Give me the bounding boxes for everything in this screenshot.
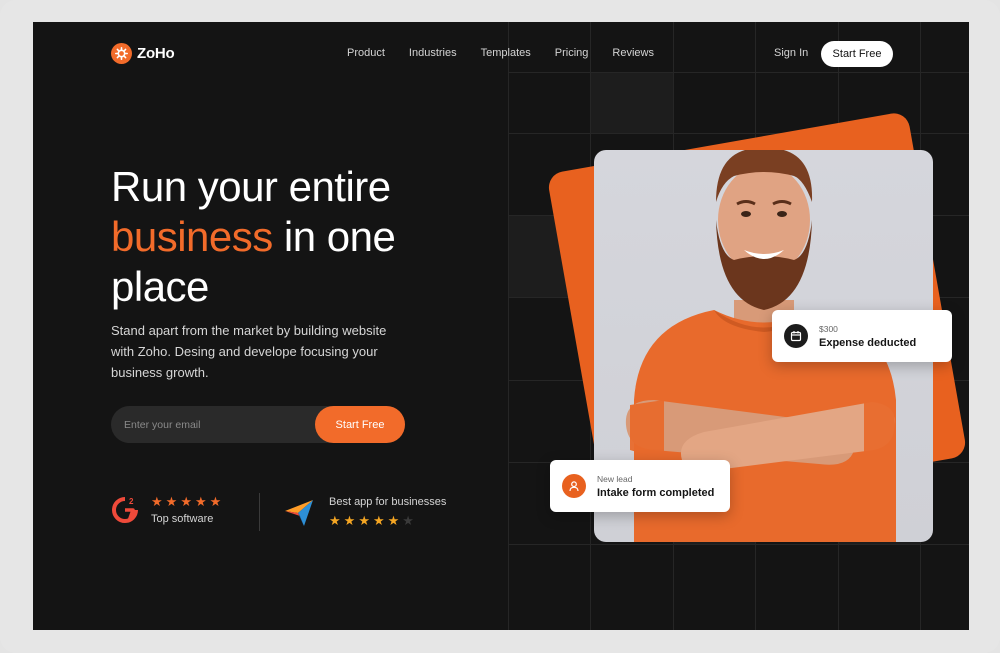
hero-headline: Run your entire business in one place: [111, 162, 491, 312]
star-icon: ★: [165, 494, 178, 509]
star-icon: ★: [343, 513, 356, 528]
star-icon: ★: [209, 494, 222, 509]
nav-item-templates[interactable]: Templates: [481, 47, 531, 59]
expense-amount: $300: [819, 323, 838, 334]
nav-item-industries[interactable]: Industries: [409, 47, 457, 59]
calendar-icon: [784, 324, 808, 348]
lead-notification: New lead Intake form completed: [550, 460, 730, 512]
capterra-label: Best app for businesses: [329, 496, 447, 508]
headline-line2: in one: [272, 213, 396, 260]
main-nav: Product Industries Templates Pricing Rev…: [347, 47, 654, 59]
headline-line1: Run your entire: [111, 163, 391, 210]
svg-text:2: 2: [129, 497, 134, 506]
g2-icon: 2: [112, 497, 138, 523]
capterra-stars: ★ ★ ★ ★ ★ ★: [329, 514, 446, 527]
expense-notification: $300 Expense deducted: [772, 310, 952, 362]
star-icon: ★: [194, 494, 207, 509]
capterra-icon: [285, 500, 313, 526]
start-free-button[interactable]: Start Free: [821, 41, 893, 67]
lead-caption: New lead: [597, 473, 633, 484]
star-icon: ★: [402, 513, 414, 528]
star-icon: ★: [151, 494, 163, 509]
window-frame: ZoHo Product Industries Templates Pricin…: [0, 0, 1000, 653]
email-signup: Start Free: [111, 406, 405, 443]
headline-line3: place: [111, 263, 209, 310]
headline-accent: business: [111, 213, 273, 260]
g2-label: Top software: [151, 513, 214, 525]
star-icon: ★: [329, 513, 341, 528]
star-icon: ★: [372, 513, 385, 528]
hero-subtitle: Stand apart from the market by building …: [111, 323, 387, 380]
sign-in-link[interactable]: Sign In: [774, 47, 808, 59]
user-icon: [562, 474, 586, 498]
nav-item-product[interactable]: Product: [347, 47, 385, 59]
star-icon: ★: [180, 494, 192, 509]
ratings-divider: [259, 493, 260, 531]
logo[interactable]: ZoHo: [111, 43, 175, 64]
g2-rating: 2 ★ ★ ★ ★ ★ Top software: [111, 494, 221, 526]
capterra-rating: Best app for businesses ★ ★ ★ ★ ★ ★: [285, 496, 446, 528]
g2-stars: ★ ★ ★ ★ ★: [151, 495, 221, 508]
nav-item-reviews[interactable]: Reviews: [612, 47, 654, 59]
star-icon: ★: [358, 513, 370, 528]
nav-item-pricing[interactable]: Pricing: [555, 47, 589, 59]
logo-icon: [111, 43, 132, 64]
star-icon: ★: [387, 513, 400, 528]
expense-title: Expense deducted: [819, 336, 917, 349]
email-input[interactable]: [124, 406, 314, 443]
landing-page: ZoHo Product Industries Templates Pricin…: [33, 22, 969, 630]
lead-title: Intake form completed: [597, 486, 715, 499]
brand-name: ZoHo: [137, 45, 175, 62]
email-start-free-button[interactable]: Start Free: [315, 406, 405, 443]
